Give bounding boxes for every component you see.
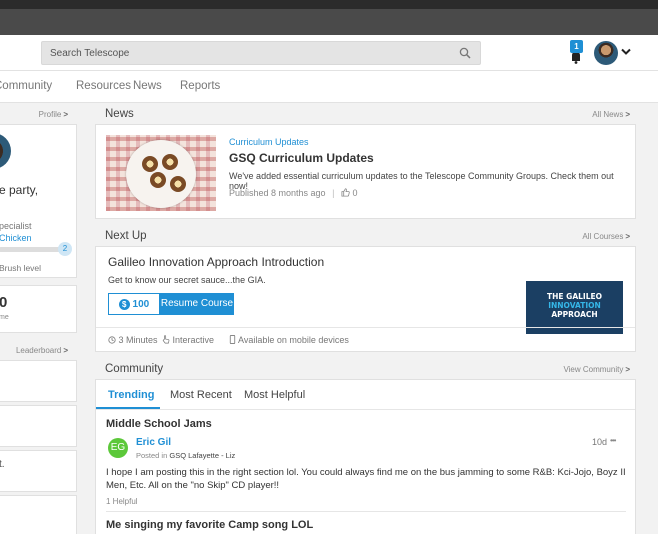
- profile-avatar: [0, 133, 11, 169]
- course-card: Galileo Innovation Approach Introduction…: [95, 246, 636, 352]
- tab-most-recent[interactable]: Most Recent: [170, 389, 232, 401]
- profile-role: pecialist: [0, 221, 32, 231]
- news-thumbnail: [106, 135, 216, 211]
- points-label: me: [0, 314, 9, 321]
- next-up-title: Next Up: [105, 230, 147, 242]
- leaderboard-link[interactable]: Leaderboard >: [10, 346, 68, 355]
- news-published: Published 8 months ago: [229, 188, 326, 198]
- community-title: Community: [105, 363, 164, 375]
- course-image-line-2: INNOVATION: [548, 301, 601, 310]
- leaderboard-snippet: t.: [0, 459, 5, 470]
- helpful-count: 1 Helpful: [106, 497, 138, 506]
- news-card[interactable]: Curriculum Updates GSQ Curriculum Update…: [95, 124, 636, 219]
- course-price: 100: [132, 299, 150, 310]
- search-icon[interactable]: [459, 47, 471, 59]
- course-image-line-1: THE GALILEO: [547, 292, 602, 301]
- view-community-link[interactable]: View Community >: [540, 365, 630, 374]
- course-description: Get to know our secret sauce...the GIA.: [108, 275, 266, 285]
- post-meta: Posted in GSQ Lafayette - Liz: [136, 451, 236, 460]
- post-title[interactable]: Middle School Jams: [106, 418, 212, 430]
- all-courses-link[interactable]: All Courses >: [560, 232, 630, 241]
- currency-icon: $: [118, 299, 130, 310]
- points-card: 0 me: [0, 285, 77, 333]
- nav-reports[interactable]: Reports: [180, 80, 220, 92]
- feature-duration: 3 Minutes: [108, 335, 158, 345]
- post-body: I hope I am posting this in the right se…: [106, 467, 626, 491]
- profile-team[interactable]: Chicken: [0, 233, 32, 243]
- resume-course-button[interactable]: Resume Course: [160, 293, 234, 315]
- thumbs-up-icon[interactable]: [341, 188, 350, 197]
- news-likes: 0: [352, 188, 358, 198]
- tab-trending[interactable]: Trending: [108, 389, 154, 401]
- price-badge: $ 100: [108, 293, 160, 315]
- news-meta: Published 8 months ago | 0: [229, 188, 358, 198]
- main-nav: Community Resources News Reports: [0, 71, 658, 103]
- hand-pointer-icon: [162, 335, 170, 344]
- chevron-down-icon[interactable]: [621, 48, 631, 56]
- news-title: News: [105, 108, 134, 120]
- feature-mobile: Available on mobile devices: [229, 335, 349, 345]
- avatar[interactable]: [594, 41, 618, 65]
- search-box: [41, 41, 481, 65]
- leaderboard-item-4: [0, 495, 77, 534]
- leaderboard-item-2: [0, 405, 77, 447]
- news-category[interactable]: Curriculum Updates: [229, 137, 309, 147]
- course-title[interactable]: Galileo Innovation Approach Introduction: [108, 255, 324, 269]
- profile-link[interactable]: Profile >: [20, 110, 68, 119]
- feature-interactive: Interactive: [162, 335, 214, 345]
- level-text: Brush level: [0, 263, 42, 273]
- search-input[interactable]: [42, 42, 480, 64]
- leaderboard-item-1: [0, 360, 77, 402]
- next-post-title[interactable]: Me singing my favorite Camp song LOL: [106, 519, 313, 531]
- community-card: Trending Most Recent Most Helpful Middle…: [95, 379, 636, 534]
- nav-resources[interactable]: Resources: [76, 80, 131, 92]
- news-headline[interactable]: GSQ Curriculum Updates: [229, 151, 374, 165]
- author-avatar[interactable]: EG: [108, 438, 128, 458]
- leaderboard-item-3: t.: [0, 450, 77, 492]
- course-image-line-3: APPROACH: [551, 310, 598, 319]
- post-age: 10d: [592, 437, 608, 447]
- tab-most-helpful[interactable]: Most Helpful: [244, 389, 305, 401]
- profile-greeting: e party,: [0, 183, 39, 197]
- header-bar: 1: [0, 35, 658, 71]
- nav-news[interactable]: News: [133, 80, 162, 92]
- level-progress-bar: [0, 247, 67, 252]
- all-news-link[interactable]: All News >: [560, 110, 630, 119]
- notification-badge: 1: [570, 40, 583, 53]
- nav-community[interactable]: Community: [0, 80, 52, 92]
- clock-icon: [108, 336, 116, 344]
- notifications-button[interactable]: 1: [567, 40, 585, 65]
- level-badge: 2: [58, 242, 72, 256]
- top-dark-bar: [0, 9, 658, 35]
- author-name[interactable]: Eric Gil: [136, 437, 171, 448]
- mobile-icon: [229, 335, 236, 344]
- post-group[interactable]: GSQ Lafayette - Liz: [169, 451, 235, 460]
- points-value: 0: [0, 294, 8, 311]
- window-top-strip: [0, 0, 658, 9]
- profile-card: e party, pecialist Chicken 2 Brush level: [0, 124, 77, 278]
- more-options-icon[interactable]: •••: [610, 436, 616, 445]
